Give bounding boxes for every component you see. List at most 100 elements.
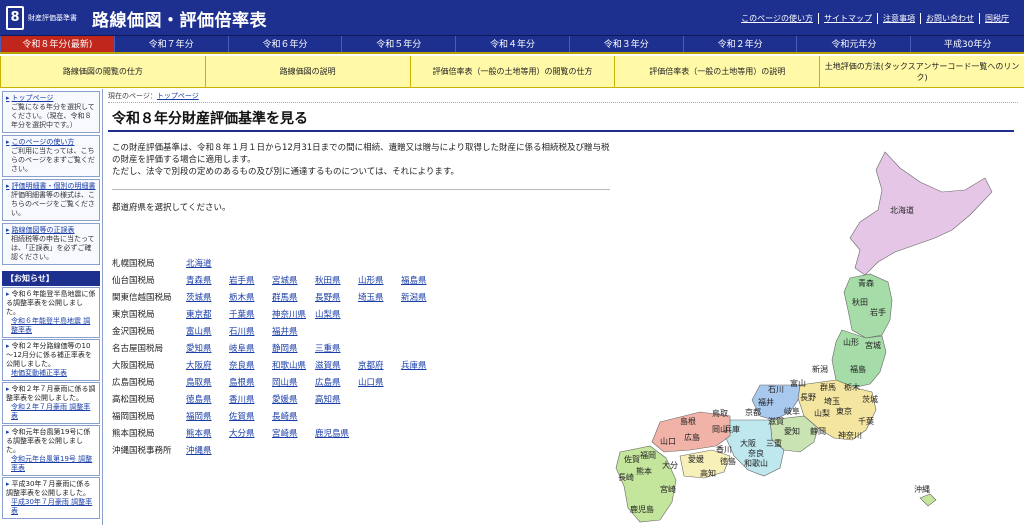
util-link-notes[interactable]: 注意事項 xyxy=(877,13,920,24)
pref-link[interactable]: 静岡県 xyxy=(272,342,315,354)
map-label-gifu[interactable]: 岐阜 xyxy=(784,406,800,416)
pref-link[interactable]: 広島県 xyxy=(315,376,358,388)
pref-link[interactable]: 鳥取県 xyxy=(186,376,229,388)
pref-link[interactable]: 福島県 xyxy=(401,274,444,286)
map-label-yamanashi[interactable]: 山梨 xyxy=(814,408,830,418)
util-link-sitemap[interactable]: サイトマップ xyxy=(818,13,877,24)
map-label-oita[interactable]: 大分 xyxy=(662,460,678,470)
map-label-saitama[interactable]: 埼玉 xyxy=(824,396,840,406)
map-label-hiroshima[interactable]: 広島 xyxy=(684,432,700,442)
map-label-tottori[interactable]: 鳥取 xyxy=(712,408,728,418)
pref-link[interactable]: 岡山県 xyxy=(272,376,315,388)
map-label-yamagata[interactable]: 山形 xyxy=(843,337,859,347)
pref-link[interactable]: 石川県 xyxy=(229,325,272,337)
map-label-tokushima[interactable]: 徳島 xyxy=(720,456,736,466)
sidebar-link-errata[interactable]: 路線価図等の正誤表 xyxy=(6,226,75,234)
guide-ratio-howto[interactable]: 評価倍率表（一般の土地等用）の閲覧の仕方 xyxy=(409,56,615,87)
util-link-contact[interactable]: お問い合わせ xyxy=(920,13,979,24)
map-label-shimane[interactable]: 島根 xyxy=(680,416,696,426)
pref-link[interactable]: 香川県 xyxy=(229,393,272,405)
site-title[interactable]: 路線価図・評価倍率表 xyxy=(92,6,267,31)
pref-link[interactable]: 大阪府 xyxy=(186,359,229,371)
tab-year-r6[interactable]: 令和６年分 xyxy=(227,36,342,52)
pref-link[interactable]: 熊本県 xyxy=(186,427,229,439)
map-label-ishikawa[interactable]: 石川 xyxy=(768,385,784,394)
pref-link[interactable]: 鹿児島県 xyxy=(315,427,358,439)
pref-link[interactable]: 高知県 xyxy=(315,393,358,405)
map-label-tochigi[interactable]: 栃木 xyxy=(844,382,860,392)
pref-link[interactable]: 千葉県 xyxy=(229,308,272,320)
pref-link[interactable]: 新潟県 xyxy=(401,291,444,303)
site-logo-icon[interactable]: 8 xyxy=(6,6,24,30)
map-label-aichi[interactable]: 愛知 xyxy=(784,426,800,436)
pref-link[interactable]: 奈良県 xyxy=(229,359,272,371)
news-link[interactable]: 令和元年台風第19号 調整率表 xyxy=(6,455,96,473)
map-label-okayama[interactable]: 岡山 xyxy=(712,424,728,434)
map-label-kanagawa[interactable]: 神奈川 xyxy=(838,430,862,440)
pref-link[interactable]: 山梨県 xyxy=(315,308,358,320)
map-label-fukui[interactable]: 福井 xyxy=(758,397,774,407)
news-link[interactable]: 令和２年７月豪雨 調整率表 xyxy=(6,403,96,421)
util-link-nta[interactable]: 国税庁 xyxy=(979,13,1014,24)
map-label-aomori[interactable]: 青森 xyxy=(858,278,874,288)
guide-land-method[interactable]: 土地評価の方法(タックスアンサーコード一覧へのリンク) xyxy=(819,56,1024,87)
pref-link[interactable]: 兵庫県 xyxy=(401,359,444,371)
map-label-kagawa[interactable]: 香川 xyxy=(716,444,732,454)
map-label-toyama[interactable]: 富山 xyxy=(790,378,806,388)
map-region-hokkaido[interactable] xyxy=(849,151,993,276)
pref-link[interactable]: 滋賀県 xyxy=(315,359,358,371)
pref-link[interactable]: 埼玉県 xyxy=(358,291,401,303)
pref-link[interactable]: 東京都 xyxy=(186,308,229,320)
map-label-niigata[interactable]: 新潟 xyxy=(812,364,828,374)
pref-link[interactable]: 富山県 xyxy=(186,325,229,337)
pref-link[interactable]: 長崎県 xyxy=(272,410,315,422)
tab-year-r2[interactable]: 令和２年分 xyxy=(682,36,797,52)
map-label-kyoto[interactable]: 京都 xyxy=(745,407,761,417)
map-label-shizuoka[interactable]: 静岡 xyxy=(810,426,826,436)
news-link[interactable]: 令和６年能登半島地震 調整率表 xyxy=(6,317,96,335)
pref-link[interactable]: 栃木県 xyxy=(229,291,272,303)
pref-link[interactable]: 島根県 xyxy=(229,376,272,388)
map-label-iwate[interactable]: 岩手 xyxy=(870,307,886,317)
map-label-mie[interactable]: 三重 xyxy=(766,438,782,448)
map-label-saga[interactable]: 佐賀 xyxy=(624,454,640,464)
map-label-ibaraki[interactable]: 茨城 xyxy=(862,394,878,404)
pref-link[interactable]: 山形県 xyxy=(358,274,401,286)
pref-link[interactable]: 愛知県 xyxy=(186,342,229,354)
pref-link[interactable]: 京都府 xyxy=(358,359,401,371)
pref-link[interactable]: 青森県 xyxy=(186,274,229,286)
tab-year-r5[interactable]: 令和５年分 xyxy=(341,36,455,52)
map-label-shiga[interactable]: 滋賀 xyxy=(768,416,784,426)
pref-link[interactable]: 山口県 xyxy=(358,376,401,388)
pref-link[interactable]: 大分県 xyxy=(229,427,272,439)
map-label-okinawa[interactable]: 沖縄 xyxy=(914,484,930,494)
pref-link[interactable]: 宮崎県 xyxy=(272,427,315,439)
news-link[interactable]: 地価変動補正率表 xyxy=(6,369,96,378)
tab-year-r3[interactable]: 令和３年分 xyxy=(568,36,683,52)
map-label-ehime[interactable]: 愛媛 xyxy=(688,454,704,464)
guide-route-map-howto[interactable]: 路線価図の閲覧の仕方 xyxy=(0,56,205,87)
map-label-miyagi[interactable]: 宮城 xyxy=(865,340,881,350)
news-link[interactable]: 平成30年７月豪雨 調整率表 xyxy=(6,498,96,516)
map-label-tokyo[interactable]: 東京 xyxy=(836,406,852,416)
pref-link[interactable]: 佐賀県 xyxy=(229,410,272,422)
pref-link[interactable]: 福岡県 xyxy=(186,410,229,422)
tab-year-r8[interactable]: 令和８年分(最新) xyxy=(0,36,114,52)
sidebar-link-usage[interactable]: このページの使い方 xyxy=(6,138,74,146)
pref-link[interactable]: 徳島県 xyxy=(186,393,229,405)
guide-ratio-explain[interactable]: 評価倍率表（一般の土地等用）の説明 xyxy=(614,56,819,87)
map-label-wakayama[interactable]: 和歌山 xyxy=(744,458,768,468)
map-label-nara[interactable]: 奈良 xyxy=(748,448,764,458)
pref-link[interactable]: 宮城県 xyxy=(272,274,315,286)
tab-year-h30[interactable]: 平成30年分 xyxy=(910,36,1024,52)
pref-link[interactable]: 長野県 xyxy=(315,291,358,303)
tab-year-r4[interactable]: 令和４年分 xyxy=(455,36,569,52)
map-region-tohoku-south[interactable] xyxy=(831,329,887,389)
map-label-akita[interactable]: 秋田 xyxy=(852,297,868,307)
pref-link[interactable]: 沖縄県 xyxy=(186,444,229,456)
pref-link[interactable]: 三重県 xyxy=(315,342,358,354)
map-label-nagasaki[interactable]: 長崎 xyxy=(618,472,634,482)
util-link-usage[interactable]: このページの使い方 xyxy=(736,13,818,24)
pref-link[interactable]: 岐阜県 xyxy=(229,342,272,354)
map-label-fukushima[interactable]: 福島 xyxy=(850,364,866,374)
